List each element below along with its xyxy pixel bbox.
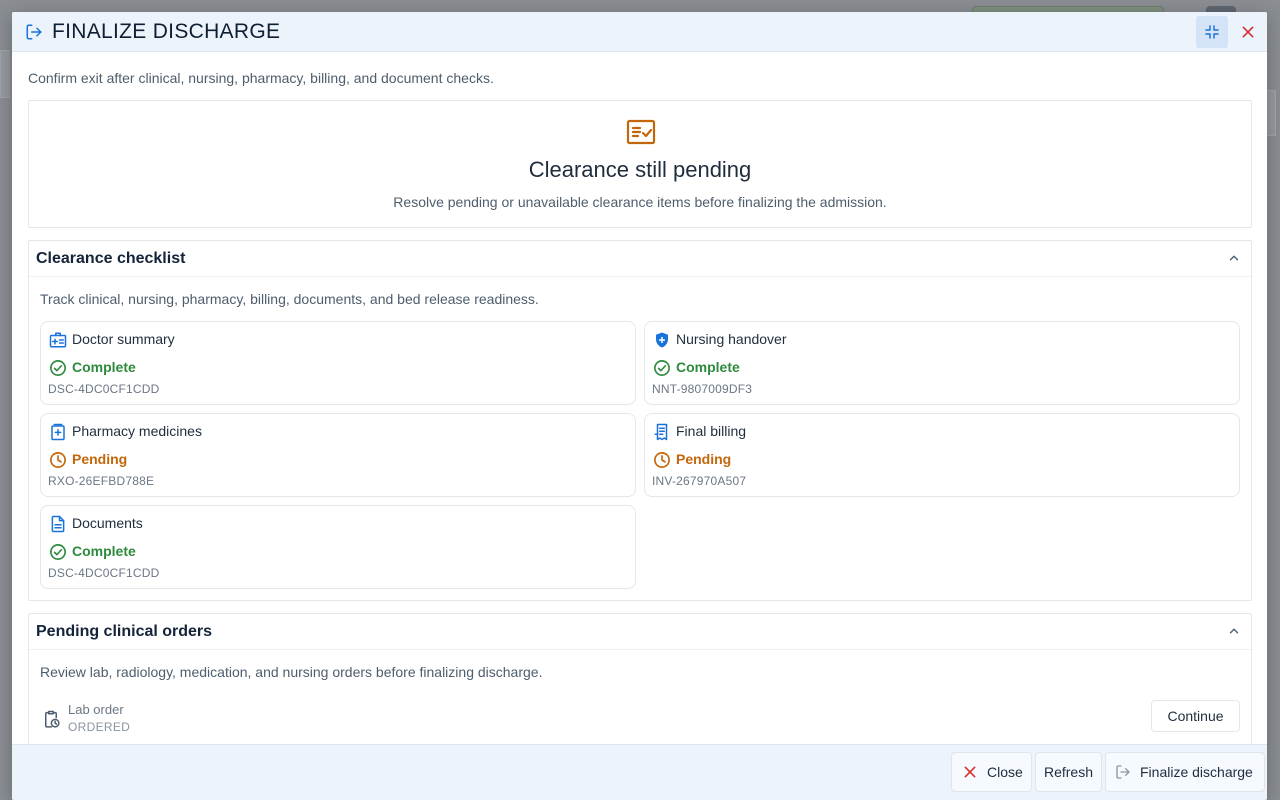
check-item-ref: DSC-4DC0CF1CDD — [48, 566, 160, 580]
minimize-button[interactable] — [1196, 16, 1228, 48]
clearance-checklist-panel: Clearance checklist Track clinical, nurs… — [28, 240, 1252, 601]
background-panel-edge — [1266, 90, 1276, 136]
check-item-pharmacy-medicines[interactable]: Pharmacy medicines Pending RXO-26EFBD788… — [40, 413, 636, 497]
check-item-status: Pending — [72, 451, 128, 467]
check-item-doctor-summary[interactable]: Doctor summary Complete DSC-4DC0CF1CDD — [40, 321, 636, 405]
collapse-icon — [1204, 24, 1220, 40]
check-item-status: Pending — [676, 451, 732, 467]
clearance-status-card: Clearance still pending Resolve pending … — [28, 100, 1252, 228]
exit-icon — [25, 23, 43, 41]
continue-button[interactable]: Continue — [1151, 700, 1240, 732]
check-circle-icon — [49, 359, 67, 377]
checklist-header[interactable]: Clearance checklist — [29, 241, 1251, 277]
check-item-label: Doctor summary — [72, 331, 175, 347]
check-item-status: Complete — [72, 543, 136, 559]
status-text: Resolve pending or unavailable clearance… — [393, 194, 887, 210]
close-icon — [962, 764, 978, 780]
refresh-button[interactable]: Refresh — [1035, 752, 1102, 792]
finalize-discharge-button[interactable]: Finalize discharge — [1105, 752, 1265, 792]
checklist-icon — [626, 118, 656, 146]
check-item-ref: RXO-26EFBD788E — [48, 474, 155, 488]
checklist-title: Clearance checklist — [36, 249, 186, 267]
clock-icon — [653, 451, 671, 469]
checklist-description: Track clinical, nursing, pharmacy, billi… — [40, 291, 539, 307]
chevron-up-icon[interactable] — [1227, 251, 1241, 265]
refresh-button-label: Refresh — [1043, 764, 1094, 780]
orders-title: Pending clinical orders — [36, 622, 213, 640]
close-icon — [1240, 24, 1256, 40]
dialog-title: FINALIZE DISCHARGE — [52, 19, 281, 43]
exit-icon — [1115, 764, 1131, 780]
status-title: Clearance still pending — [528, 157, 752, 182]
orders-description: Review lab, radiology, medication, and n… — [40, 664, 543, 680]
check-item-label: Pharmacy medicines — [72, 423, 202, 439]
close-button[interactable]: Close — [951, 752, 1032, 792]
check-item-label: Final billing — [676, 423, 747, 439]
background-panel-edge-left — [0, 50, 10, 98]
check-item-ref: NNT-9807009DF3 — [652, 382, 753, 396]
check-item-status: Complete — [72, 359, 136, 375]
dialog-header: FINALIZE DISCHARGE — [12, 12, 1267, 52]
check-item-final-billing[interactable]: Final billing Pending INV-267970A507 — [644, 413, 1240, 497]
check-item-nursing-handover[interactable]: Nursing handover Complete NNT-9807009DF3 — [644, 321, 1240, 405]
finalize-discharge-dialog: FINALIZE DISCHARGE Confirm exit after cl… — [12, 12, 1267, 800]
finalize-button-label: Finalize discharge — [1140, 764, 1253, 780]
dialog-footer: Close Refresh Finalize discharge — [12, 744, 1267, 800]
order-state: ORDERED — [68, 720, 131, 734]
check-item-documents[interactable]: Documents Complete DSC-4DC0CF1CDD — [40, 505, 636, 589]
pending-orders-panel: Pending clinical orders Review lab, radi… — [28, 613, 1252, 744]
check-circle-icon — [49, 543, 67, 561]
check-item-ref: DSC-4DC0CF1CDD — [48, 382, 160, 396]
medicine-box-icon — [49, 423, 67, 441]
dialog-subtitle: Confirm exit after clinical, nursing, ph… — [28, 70, 494, 86]
orders-header[interactable]: Pending clinical orders — [29, 614, 1251, 650]
medical-id-icon — [49, 331, 67, 349]
check-item-label: Documents — [72, 515, 143, 531]
check-item-status: Complete — [676, 359, 740, 375]
dialog-close-button[interactable] — [1234, 16, 1262, 48]
check-item-ref: INV-267970A507 — [652, 474, 747, 488]
dialog-body[interactable]: Confirm exit after clinical, nursing, ph… — [12, 52, 1267, 744]
clipboard-clock-icon — [42, 709, 60, 729]
shield-plus-icon — [653, 331, 671, 349]
order-row: Lab order ORDERED Continue — [40, 700, 1240, 740]
order-label: Lab order — [68, 702, 124, 717]
clock-icon — [49, 451, 67, 469]
chevron-up-icon[interactable] — [1227, 624, 1241, 638]
receipt-icon — [653, 423, 671, 441]
check-circle-icon — [653, 359, 671, 377]
check-item-label: Nursing handover — [676, 331, 787, 347]
document-icon — [49, 515, 67, 533]
close-button-label: Close — [987, 764, 1023, 780]
